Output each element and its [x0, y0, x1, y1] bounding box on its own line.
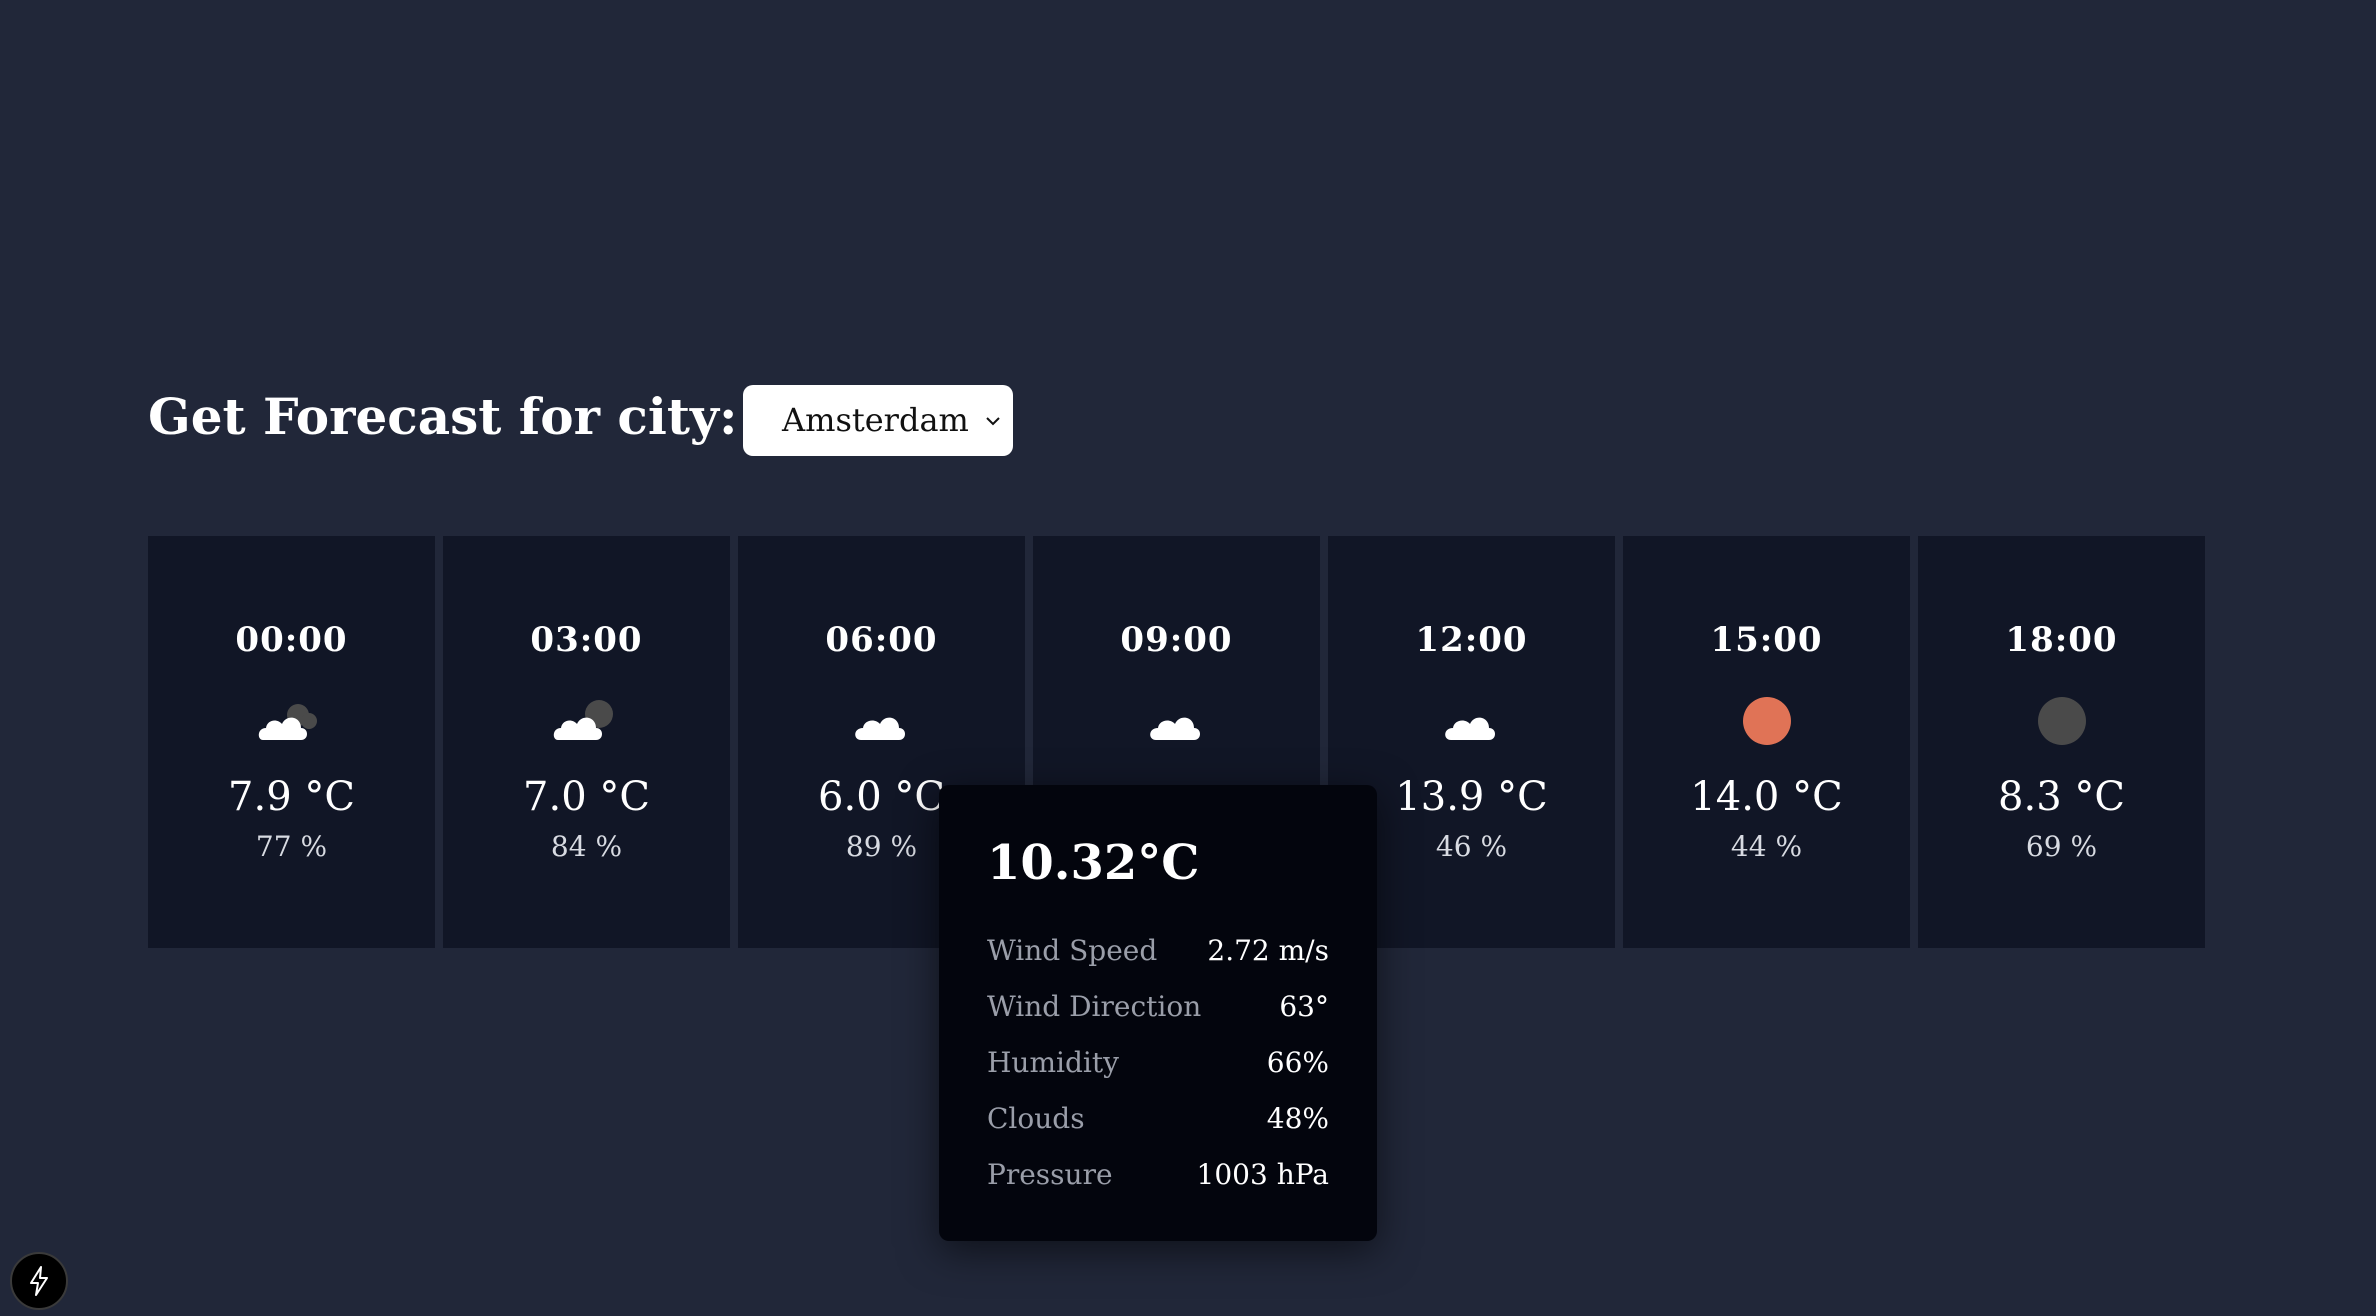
- lightning-icon: [30, 1266, 48, 1296]
- page-title: Get Forecast for city:: [148, 387, 738, 446]
- forecast-time: 12:00: [1415, 620, 1528, 660]
- cloud-icon: [854, 717, 905, 740]
- forecast-humidity: 84 %: [550, 830, 623, 863]
- chevron-down-icon: [986, 417, 1000, 426]
- forecast-tooltip: 10.32°C Wind Speed 2.72 m/s Wind Directi…: [939, 785, 1377, 1241]
- city-select[interactable]: Amsterdam: [743, 385, 1013, 456]
- sun-icon: [1742, 697, 1791, 745]
- forecast-card-1500[interactable]: 15:00 14.0 °C 44 %: [1623, 536, 1910, 948]
- tooltip-value: 2.72 m/s: [1207, 933, 1329, 967]
- tooltip-label: Wind Speed: [987, 933, 1158, 967]
- tooltip-row-wind-direction: Wind Direction 63°: [987, 986, 1329, 1026]
- tooltip-row-pressure: Pressure 1003 hPa: [987, 1154, 1329, 1194]
- forecast-temp: 14.0 °C: [1690, 774, 1843, 820]
- city-select-value: Amsterdam: [782, 401, 969, 439]
- forecast-time: 09:00: [1120, 620, 1233, 660]
- forecast-time: 15:00: [1710, 620, 1823, 660]
- cloud-icon: [1444, 717, 1495, 740]
- tooltip-label: Clouds: [987, 1101, 1085, 1135]
- tooltip-row-wind-speed: Wind Speed 2.72 m/s: [987, 930, 1329, 970]
- tooltip-value: 1003 hPa: [1196, 1157, 1329, 1191]
- moon-icon: [2037, 697, 2086, 745]
- forecast-time: 18:00: [2005, 620, 2118, 660]
- forecast-time: 03:00: [530, 620, 643, 660]
- forecast-time: 06:00: [825, 620, 938, 660]
- forecast-humidity: 44 %: [1730, 830, 1803, 863]
- dev-tools-button[interactable]: [10, 1252, 68, 1310]
- tooltip-temperature: 10.32°C: [987, 835, 1200, 891]
- forecast-humidity: 69 %: [2025, 830, 2098, 863]
- cloud-moon-icon: [553, 700, 613, 740]
- tooltip-row-humidity: Humidity 66%: [987, 1042, 1329, 1082]
- tooltip-value: 66%: [1266, 1045, 1329, 1079]
- forecast-card-0000[interactable]: 00:00 7.9 °C 77 %: [148, 536, 435, 948]
- forecast-temp: 7.0 °C: [523, 774, 650, 820]
- tooltip-label: Humidity: [987, 1045, 1119, 1079]
- forecast-card-0300[interactable]: 03:00 7.0 °C 84 %: [443, 536, 730, 948]
- tooltip-value: 63°: [1279, 989, 1329, 1023]
- forecast-temp: 7.9 °C: [228, 774, 355, 820]
- cloud-moon-icon: [258, 704, 317, 740]
- forecast-card-1800[interactable]: 18:00 8.3 °C 69 %: [1918, 536, 2205, 948]
- forecast-temp: 8.3 °C: [1998, 774, 2125, 820]
- tooltip-value: 48%: [1266, 1101, 1329, 1135]
- tooltip-label: Wind Direction: [987, 989, 1202, 1023]
- forecast-time: 00:00: [235, 620, 348, 660]
- tooltip-label: Pressure: [987, 1157, 1113, 1191]
- forecast-humidity: 77 %: [255, 830, 328, 863]
- tooltip-row-clouds: Clouds 48%: [987, 1098, 1329, 1138]
- cloud-icon: [1149, 717, 1200, 740]
